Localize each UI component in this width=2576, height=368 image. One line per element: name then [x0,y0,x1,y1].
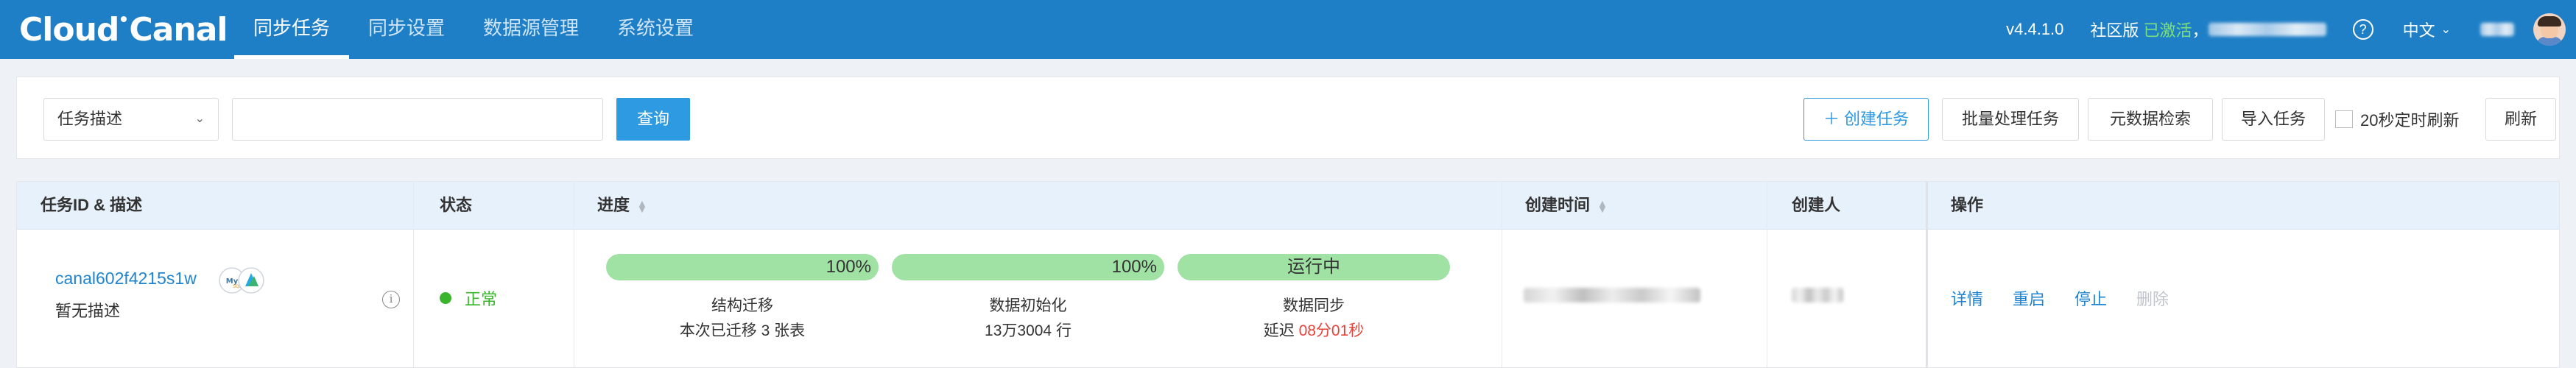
query-button[interactable]: 查询 [616,98,690,141]
fixed-column-divider [1926,182,1928,367]
language-label: 中文 [2402,21,2435,40]
status-dot [440,292,451,304]
sync-running-text: 运行中 [1287,257,1340,277]
stage-label-data-init: 数据初始化 [989,297,1067,314]
edition-info: 社区版 已激活， [2090,18,2208,41]
task-description: 暂无描述 [55,302,121,320]
redacted-username[interactable] [2480,23,2514,36]
task-id-link[interactable]: canal602f4215s1w [55,269,197,289]
column-header-created-time-label: 创建时间 [1525,196,1591,214]
nav-sync-tasks[interactable]: 同步任务 [234,0,350,59]
chevron-down-icon: ⌄ [2440,24,2451,36]
batch-process-button[interactable]: 批量处理任务 [1942,98,2079,141]
metadata-search-button[interactable]: 元数据检索 [2088,98,2213,141]
edition-separator: ， [2192,21,2209,40]
sort-icon[interactable]: ▲ ▼ [637,198,647,214]
user-avatar[interactable] [2533,13,2566,46]
auto-refresh-label: 20秒定时刷新 [2360,111,2460,130]
progress-percent: 100% [1111,257,1157,277]
import-task-button[interactable]: 导入任务 [2222,98,2325,141]
search-field-select[interactable]: 任务描述 ⌄ [43,98,219,141]
column-header-task-id: 任务ID & 描述 [41,196,143,214]
nav-datasource-management[interactable]: 数据源管理 [464,0,598,59]
column-divider [413,182,414,367]
column-header-actions: 操作 [1951,196,1984,214]
cloudcanal-logo[interactable]: Cloud Canal [19,10,228,49]
delay-value: 08分01秒 [1298,322,1365,339]
filter-bar: 任务描述 ⌄ 查询 ＋ 创建任务 批量处理任务 元数据检索 导入任务 20秒定时… [16,77,2560,159]
column-header-creator: 创建人 [1792,196,1841,214]
auto-refresh-toggle[interactable]: 20秒定时刷新 [2335,98,2459,141]
column-header-progress[interactable]: 进度 ▲ ▼ [597,182,647,229]
progress-bar-data-sync: 运行中 [1178,254,1450,280]
logo-text-cloud: Cloud [19,10,119,49]
stage-label-structure-migration: 结构迁移 [711,297,773,314]
top-navigation-bar: Cloud Canal 同步任务 同步设置 数据源管理 系统设置 v4.4.1.0… [0,0,2576,59]
table-header: 任务ID & 描述 状态 进度 ▲ ▼ 创建时间 ▲ ▼ 创建人 操作 [17,182,2559,230]
edition-label: 社区版 [2090,21,2139,40]
stage-detail-data-init: 13万3004 行 [985,322,1071,339]
progress-bar-data-init: 100% [892,254,1164,280]
detail-action[interactable]: 详情 [1951,286,1983,310]
delete-action: 删除 [2136,290,2169,308]
nav-sync-settings[interactable]: 同步设置 [349,0,464,59]
delay-prefix: 延迟 [1263,322,1299,339]
progress-percent: 100% [826,257,871,277]
activation-status: 已激活 [2143,21,2192,40]
version-label: v4.4.1.0 [2006,20,2064,38]
nav-system-settings[interactable]: 系统设置 [598,0,713,59]
chevron-down-icon: ⌄ [194,113,205,125]
auto-refresh-checkbox[interactable] [2335,110,2353,128]
language-selector[interactable]: 中文 ⌄ [2403,18,2451,41]
status-indicator: 正常 [440,286,497,310]
column-header-progress-label: 进度 [597,196,630,214]
header-right: v4.4.1.0 社区版 已激活， ? 中文 ⌄ [2006,0,2576,59]
status-text: 正常 [465,290,498,308]
redacted-created-time [1524,288,1700,302]
stage-label-data-sync: 数据同步 [1283,297,1345,314]
stage-detail-data-sync: 延迟 08分01秒 [1178,319,1450,341]
redacted-creator [1792,288,1843,302]
column-header-status: 状态 [440,196,473,214]
mysql-to-target-db-icon: My SQL [219,267,264,294]
create-task-button[interactable]: ＋ 创建任务 [1803,98,1929,141]
refresh-button[interactable]: 刷新 [2485,98,2556,141]
info-icon[interactable]: i [382,291,400,308]
search-field-select-value: 任务描述 [57,110,123,128]
help-icon[interactable]: ? [2352,19,2373,40]
task-table: 任务ID & 描述 状态 进度 ▲ ▼ 创建时间 ▲ ▼ 创建人 操作 canal602… [16,181,2560,368]
logo-dot [121,16,127,22]
column-header-created-time[interactable]: 创建时间 ▲ ▼ [1525,182,1608,229]
progress-bar-structure-migration: 100% [606,254,879,280]
stage-detail-structure-migration: 本次已迁移 3 张表 [679,322,806,339]
main-nav: 同步任务 同步设置 数据源管理 系统设置 [234,0,713,59]
row-actions: 详情 重启 停止 删除 [1951,286,2198,310]
stop-action[interactable]: 停止 [2074,286,2107,310]
logo-text-canal: Canal [129,10,228,49]
search-input[interactable] [232,98,603,141]
restart-action[interactable]: 重启 [2013,286,2045,310]
redacted-license-info [2208,23,2326,36]
sort-icon[interactable]: ▲ ▼ [1597,198,1608,214]
